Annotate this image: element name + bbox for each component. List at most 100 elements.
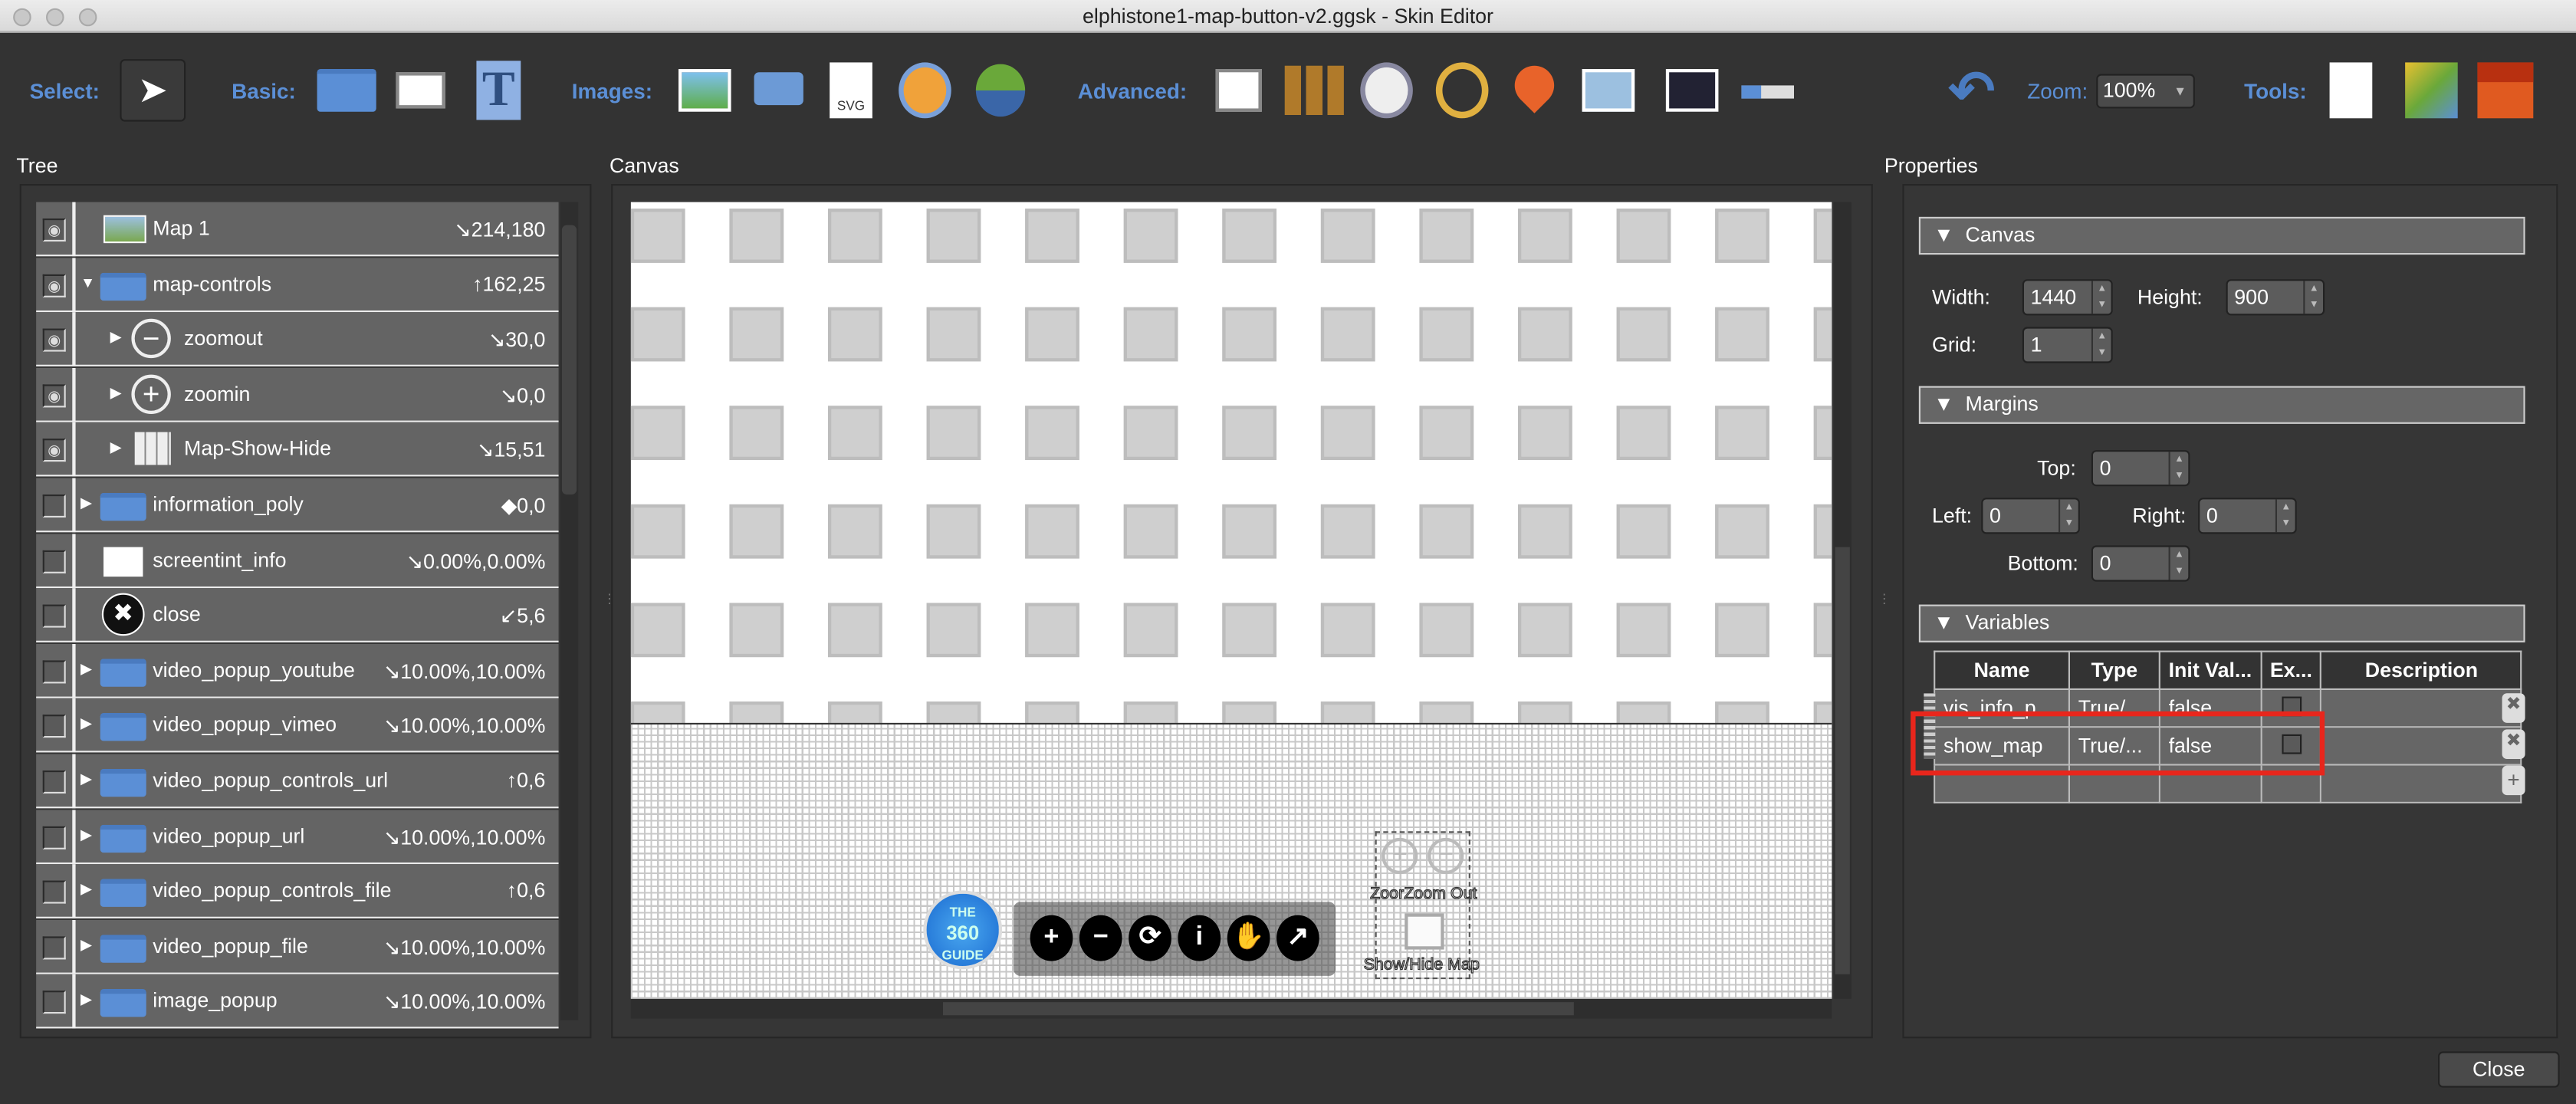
canvas-area[interactable]: THE 360 GUIDE + − ⟳ i ✋ ↗ + − ZoorZoom Out Show… [630,202,1832,999]
crosshair-icon[interactable] [1435,62,1489,119]
expanded-arrow-icon[interactable]: ▼ [80,274,95,290]
tree-row[interactable]: ◉ Map 1 ↘214,180 [36,202,559,257]
visibility-toggle[interactable] [42,825,66,849]
left-margin-input[interactable]: 0 ▲ ▼ [1981,498,2080,534]
cloner-icon[interactable] [1215,69,1262,112]
tree-row[interactable]: ▶ video_popup_file ↘10.00%,10.00% [36,919,559,974]
visibility-toggle[interactable] [42,715,66,738]
color-palette-icon[interactable] [2405,62,2458,119]
slider-icon[interactable] [1741,85,1794,99]
collapsed-arrow-icon[interactable]: ▶ [80,495,92,513]
canvas-section-header[interactable]: ▼ Canvas [1918,216,2525,255]
visibility-toggle[interactable]: ◉ [42,328,66,352]
360-guide-logo[interactable]: THE 360 GUIDE [923,890,1003,970]
close-window-button[interactable] [13,8,31,27]
map-icon[interactable] [975,64,1026,117]
variable-description[interactable] [2320,688,2523,728]
margins-section-header[interactable]: ▼ Margins [1918,386,2525,424]
collapsed-arrow-icon[interactable]: ▶ [80,660,92,678]
column-header-init[interactable]: Init Val... [2158,650,2262,690]
close-button[interactable]: Close [2438,1051,2560,1088]
collapsed-arrow-icon[interactable]: ▶ [80,826,92,844]
text-icon[interactable]: T [476,61,521,120]
tree-row[interactable]: screentint_info ↘0.00%,0.00% [36,533,559,588]
tree-row[interactable]: ◉ ▶ + zoomin ↘0,0 [36,367,559,422]
info-icon[interactable]: i [1178,915,1221,961]
tree-row[interactable]: ▶ video_popup_vimeo ↘10.00%,10.00% [36,698,559,754]
visibility-toggle[interactable] [42,495,66,518]
map-tile-icon[interactable] [1582,69,1635,112]
height-input[interactable]: 900 ▲ ▼ [2226,279,2325,316]
visibility-toggle[interactable] [42,880,66,904]
tree-row[interactable]: ▶ video_popup_controls_url ↑0,6 [36,754,559,809]
video-icon[interactable] [1665,69,1719,112]
visibility-toggle[interactable]: ◉ [42,439,66,462]
auto-rotate-icon[interactable]: ⟳ [1129,915,1171,961]
collapsed-arrow-icon[interactable]: ▶ [110,384,122,402]
collapsed-arrow-icon[interactable]: ▶ [80,770,92,789]
visibility-toggle[interactable] [42,604,66,628]
visibility-toggle[interactable]: ◉ [42,383,66,407]
visibility-toggle[interactable] [42,935,66,959]
visibility-toggle[interactable] [42,770,66,794]
delete-variable-icon[interactable]: ✖ [2502,693,2525,723]
width-input[interactable]: 1440 ▲ ▼ [2022,279,2113,316]
tree-scrollbar[interactable] [560,202,579,1020]
column-header-type[interactable]: Type [2068,650,2160,690]
grid-input[interactable]: 1 ▲ ▼ [2022,327,2113,363]
column-header-description[interactable]: Description [2320,650,2523,690]
add-variable-icon[interactable]: + [2502,765,2525,796]
tree-row[interactable]: ◉ ▶ − zoomout ↘30,0 [36,312,559,367]
visibility-toggle[interactable] [42,991,66,1014]
delete-variable-icon[interactable]: ✖ [2502,729,2525,759]
undo-icon[interactable]: ↶ [1948,59,2001,123]
collapsed-arrow-icon[interactable]: ▶ [110,329,122,347]
zoom-select[interactable]: 100% ▼ [2096,74,2195,109]
column-header-exposed[interactable]: Ex... [2259,650,2322,690]
collapsed-arrow-icon[interactable]: ▶ [80,991,92,1010]
find-icon[interactable] [2329,62,2373,119]
map-controls-group[interactable]: + − ZoorZoom Out Show/Hide Map [1363,831,1480,980]
tree-row[interactable]: ▶ video_popup_youtube ↘10.00%,10.00% [36,643,559,698]
image-icon[interactable] [678,69,731,112]
hand-icon[interactable]: ✋ [1227,915,1270,961]
fullscreen-icon[interactable]: ↗ [1276,915,1319,961]
collapsed-arrow-icon[interactable]: ▶ [80,936,92,955]
select-tool-button[interactable]: ➤ [120,59,186,122]
tree-scrollbar-thumb[interactable] [561,225,577,495]
variable-description[interactable] [2320,726,2523,766]
splitter-handle[interactable]: ⋮ [1878,591,1891,606]
folded-map-icon[interactable] [1405,913,1444,950]
collapsed-arrow-icon[interactable]: ▶ [110,439,122,458]
rectangle-icon[interactable] [396,72,445,109]
zoom-out-icon[interactable]: − [1079,915,1122,961]
grid-icon[interactable] [1284,65,1344,115]
panorama-icon[interactable] [899,62,951,119]
canvas-hscrollbar[interactable] [630,998,1832,1019]
zoom-in-icon[interactable]: + [1030,915,1073,961]
top-margin-input[interactable]: 0 ▲ ▼ [2091,450,2190,487]
collapsed-arrow-icon[interactable]: ▶ [80,715,92,734]
tree-row[interactable]: ✖ close ↙5,6 [36,588,559,643]
column-header-name[interactable]: Name [1934,650,2070,690]
dial-icon[interactable] [1360,62,1413,119]
minimize-window-button[interactable] [46,8,64,27]
map-image[interactable] [630,202,1832,723]
visibility-toggle[interactable] [42,549,66,573]
zoom-out-icon[interactable]: − [1428,837,1464,874]
variables-section-header[interactable]: ▼ Variables [1918,604,2525,642]
collapsed-arrow-icon[interactable]: ▶ [80,881,92,899]
tree-row[interactable]: ▶ video_popup_controls_file ↑0,6 [36,864,559,919]
folder-icon[interactable] [317,69,376,112]
zoom-in-icon[interactable]: + [1382,837,1418,874]
visibility-toggle[interactable] [42,659,66,683]
maximize-window-button[interactable] [78,8,97,27]
tree-row[interactable]: ◉ ▶ Map-Show-Hide ↘15,51 [36,422,559,478]
visibility-toggle[interactable]: ◉ [42,219,66,242]
image-button-icon[interactable] [754,72,803,106]
tree-row[interactable]: ▶ video_popup_url ↘10.00%,10.00% [36,809,559,864]
tree-row[interactable]: ◉ ▼ map-controls ↑162,25 [36,257,559,312]
visibility-toggle[interactable]: ◉ [42,273,66,297]
svg-icon[interactable]: SVG [830,62,872,119]
map-pin-icon[interactable] [1506,58,1562,113]
